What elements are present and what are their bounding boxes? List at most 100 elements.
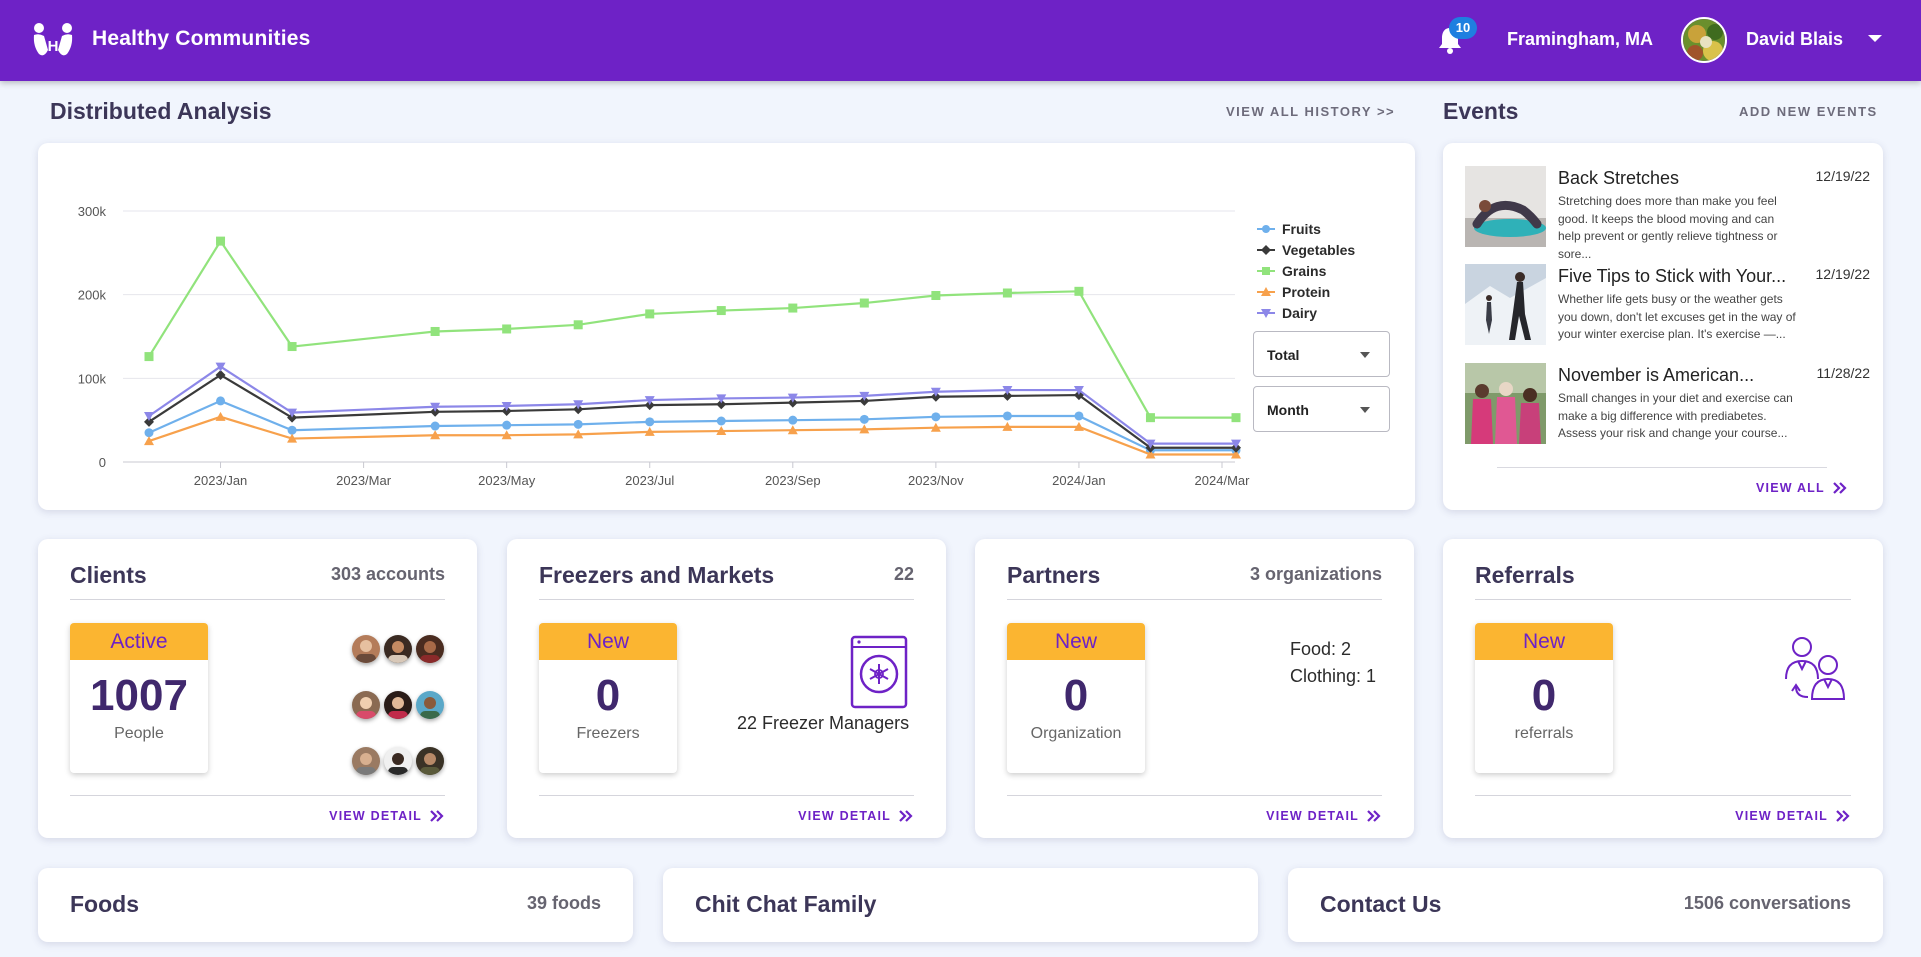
freezers-count: 22 (893, 564, 914, 584)
view-detail-label: VIEW DETAIL (1266, 809, 1359, 823)
referrals-card: Referrals New 0 referrals VIEW DETAIL (1443, 539, 1883, 838)
healthy-communities-logo-icon[interactable]: H (30, 20, 76, 60)
card-divider (70, 795, 445, 796)
foods-title: Foods (70, 891, 139, 917)
freezers-title: Freezers and Markets (539, 562, 775, 588)
total-select[interactable]: Total (1253, 331, 1390, 377)
events-view-all-label: VIEW ALL (1756, 481, 1825, 495)
chit-chat-family-card[interactable]: Chit Chat Family (663, 868, 1258, 942)
brand-name: Healthy Communities (92, 27, 311, 50)
legend-label: Fruits (1282, 220, 1321, 237)
event-item[interactable]: Five Tips to Stick with Your... 12/19/22… (1465, 264, 1870, 346)
view-all-history-link[interactable]: VIEW ALL HISTORY >> (1226, 104, 1395, 119)
event-description: Whether life gets busy or the weather ge… (1558, 292, 1796, 341)
clients-count: 303 accounts (330, 564, 445, 584)
client-avatar[interactable] (416, 691, 444, 719)
distributed-analysis-title: Distributed Analysis (50, 98, 272, 124)
client-avatar[interactable] (384, 691, 412, 719)
clients-unit: People (114, 725, 164, 742)
card-divider (70, 599, 445, 600)
client-avatar[interactable] (416, 747, 444, 775)
notification-count-badge: 10 (1449, 17, 1477, 39)
legend-item-grains[interactable]: Grains (1256, 260, 1355, 281)
contact-us-card[interactable]: Contact Us 1506 conversations (1288, 868, 1883, 942)
partners-title: Partners (1007, 562, 1101, 588)
double-chevron-right-icon (899, 810, 913, 822)
event-title: Back Stretches (1558, 168, 1680, 188)
freezers-view-detail-link[interactable]: VIEW DETAIL (798, 809, 914, 823)
event-date: 11/28/22 (1816, 365, 1870, 381)
legend-marker-icon (1257, 224, 1275, 233)
event-item[interactable]: November is American... 11/28/22 Small c… (1465, 363, 1870, 445)
partners-number: 0 (1063, 671, 1089, 720)
event-thumbnail (1465, 166, 1546, 247)
double-chevron-right-icon (1367, 810, 1381, 822)
client-avatar[interactable] (384, 747, 412, 775)
contact-us-count: 1506 conversations (1683, 893, 1851, 913)
legend-item-dairy[interactable]: Dairy (1256, 302, 1355, 323)
legend-marker-icon (1257, 286, 1275, 296)
event-item[interactable]: Back Stretches 12/19/22 Stretching does … (1465, 166, 1871, 261)
location-label[interactable]: Framingham, MA (1507, 29, 1653, 50)
view-detail-label: VIEW DETAIL (798, 809, 891, 823)
period-select[interactable]: Month (1253, 386, 1390, 432)
freezer-icon (850, 635, 908, 709)
legend-label: Grains (1282, 262, 1327, 279)
client-avatar[interactable] (416, 635, 444, 663)
partners-count: 3 organizations (1249, 564, 1382, 584)
card-divider (1007, 795, 1382, 796)
add-new-events-link[interactable]: ADD NEW EVENTS (1739, 104, 1878, 119)
event-description: Stretching does more than make you feel … (1558, 194, 1778, 261)
partners-view-detail-link[interactable]: VIEW DETAIL (1266, 809, 1382, 823)
distributed-analysis-card (38, 143, 1415, 510)
legend-item-protein[interactable]: Protein (1256, 281, 1355, 302)
user-menu-caret-icon[interactable] (1864, 31, 1886, 45)
clients-view-detail-link[interactable]: VIEW DETAIL (329, 809, 445, 823)
freezers-stat-box[interactable]: New 0 Freezers (539, 623, 677, 773)
view-detail-label: VIEW DETAIL (329, 809, 422, 823)
legend-label: Protein (1282, 283, 1331, 300)
user-avatar[interactable] (1681, 17, 1727, 63)
partners-stat-box[interactable]: New 0 Organization (1007, 623, 1145, 773)
card-divider (1475, 795, 1851, 796)
events-view-all-link[interactable]: VIEW ALL (1756, 481, 1848, 495)
foods-card[interactable]: Foods 39 foods (38, 868, 633, 942)
client-avatar[interactable] (384, 635, 412, 663)
chevron-down-icon (1360, 352, 1370, 358)
chart-legend: Fruits Vegetables Grains Protein Dairy (1256, 218, 1355, 323)
top-bar: H Healthy Communities 10 Framingham, MA … (0, 0, 1921, 81)
event-date: 12/19/22 (1815, 266, 1871, 282)
partners-clothing-count: Clothing: 1 (1290, 666, 1377, 686)
svg-text:H: H (48, 38, 59, 55)
freezers-card: Freezers and Markets 22 New 0 Freezers 2… (507, 539, 946, 838)
legend-label: Dairy (1282, 304, 1318, 321)
referrals-title: Referrals (1475, 562, 1575, 588)
clients-stat-box[interactable]: Active 1007 People (70, 623, 208, 773)
card-divider (539, 795, 914, 796)
freezers-unit: Freezers (576, 725, 640, 742)
legend-marker-icon (1257, 244, 1275, 255)
clients-card: Clients 303 accounts Active 1007 People … (38, 539, 477, 838)
user-name[interactable]: David Blais (1746, 29, 1843, 50)
card-divider (539, 599, 914, 600)
legend-item-fruits[interactable]: Fruits (1256, 218, 1355, 239)
view-detail-label: VIEW DETAIL (1735, 809, 1828, 823)
clients-title: Clients (70, 562, 147, 588)
event-thumbnail (1465, 363, 1546, 444)
foods-count: 39 foods (526, 893, 601, 913)
double-chevron-right-icon (430, 810, 444, 822)
partners-unit: Organization (1030, 725, 1122, 742)
total-select-value: Total (1267, 347, 1300, 363)
period-select-value: Month (1267, 402, 1309, 418)
event-date: 12/19/22 (1815, 168, 1871, 184)
client-avatar[interactable] (352, 691, 380, 719)
client-avatar[interactable] (352, 635, 380, 663)
referrals-view-detail-link[interactable]: VIEW DETAIL (1735, 809, 1851, 823)
referrals-stat-box[interactable]: New 0 referrals (1475, 623, 1613, 773)
freezers-status-tag: New (539, 623, 677, 660)
legend-item-vegetables[interactable]: Vegetables (1256, 239, 1355, 260)
client-avatar[interactable] (352, 747, 380, 775)
partners-status-tag: New (1007, 623, 1145, 660)
chevron-down-icon (1360, 407, 1370, 413)
legend-label: Vegetables (1282, 241, 1356, 258)
